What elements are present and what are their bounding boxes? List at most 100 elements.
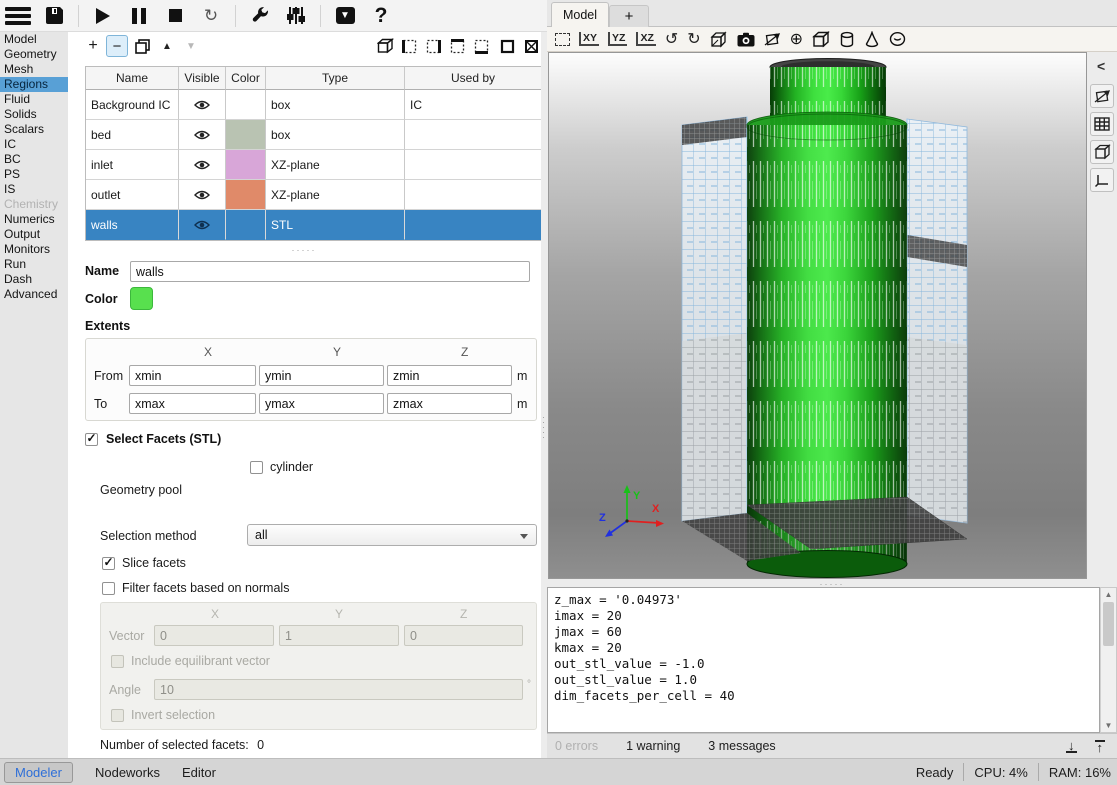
toggle-mesh-visibility-button[interactable] <box>1090 112 1114 136</box>
sidebar-item-model[interactable]: Model <box>0 32 68 47</box>
scroll-down-arrow[interactable]: ▼ <box>1101 721 1116 730</box>
view-yz-button[interactable]: YZ <box>608 29 627 49</box>
table-row-outlet[interactable]: outlet XZ-plane <box>86 180 541 210</box>
errors-count[interactable]: 0 errors <box>555 739 598 753</box>
selection-method-combobox[interactable]: all <box>247 524 537 546</box>
region-type-plane-top-button[interactable] <box>446 35 468 57</box>
visibility-toggle[interactable] <box>179 210 226 240</box>
toggle-geometry-visibility-button[interactable] <box>1090 84 1114 108</box>
viewport-3d[interactable]: Y X Z <box>548 52 1087 579</box>
scrollbar-thumb[interactable] <box>1103 602 1114 646</box>
move-down-button[interactable]: ▼ <box>180 35 202 57</box>
cylinder-checkbox[interactable] <box>250 461 263 474</box>
mode-editor-button[interactable]: Editor <box>182 765 216 780</box>
toggle-regions-visibility-button[interactable] <box>1090 140 1114 164</box>
messages-count[interactable]: 3 messages <box>708 739 775 753</box>
color-cell[interactable] <box>226 90 266 120</box>
sidebar-item-mesh[interactable]: Mesh <box>0 62 68 77</box>
screenshot-button[interactable] <box>737 29 755 49</box>
scroll-to-bottom-button[interactable]: ↓ <box>1066 740 1077 753</box>
sidebar-item-solids[interactable]: Solids <box>0 107 68 122</box>
sidebar-item-dash[interactable]: Dash <box>0 272 68 287</box>
visibility-toggle[interactable] <box>179 150 226 180</box>
collapse-panel-button[interactable]: < <box>1097 58 1105 74</box>
sidebar-item-advanced[interactable]: Advanced <box>0 287 68 302</box>
sidebar-item-scalars[interactable]: Scalars <box>0 122 68 137</box>
table-form-splitter[interactable]: ····· <box>268 245 340 255</box>
settings-button[interactable] <box>281 2 311 30</box>
view-xz-button[interactable]: XZ <box>636 29 655 49</box>
reset-button[interactable]: ↻ <box>196 2 226 30</box>
color-cell[interactable] <box>226 150 266 180</box>
add-torus-button[interactable] <box>889 29 906 49</box>
reset-view-button[interactable] <box>555 29 570 49</box>
region-type-plane-bottom-button[interactable] <box>470 35 492 57</box>
visibility-toggle[interactable] <box>179 120 226 150</box>
table-row-inlet[interactable]: inlet XZ-plane <box>86 150 541 180</box>
sidebar-item-fluid[interactable]: Fluid <box>0 92 68 107</box>
region-type-box-button[interactable] <box>374 35 396 57</box>
tab-model[interactable]: Model <box>551 2 609 27</box>
select-facets-checkbox[interactable] <box>85 433 98 446</box>
color-cell[interactable] <box>226 180 266 210</box>
sidebar-item-geometry[interactable]: Geometry <box>0 47 68 62</box>
mode-nodeworks-button[interactable]: Nodeworks <box>95 765 160 780</box>
col-header-color[interactable]: Color <box>226 67 266 90</box>
col-header-used-by[interactable]: Used by <box>405 67 541 90</box>
slice-facets-checkbox[interactable] <box>102 557 115 570</box>
to-x-input[interactable] <box>129 393 256 414</box>
scroll-to-top-button[interactable]: ↑ <box>1095 740 1106 753</box>
region-name-input[interactable] <box>130 261 530 282</box>
visibility-toggle[interactable] <box>179 180 226 210</box>
pause-button[interactable] <box>124 2 154 30</box>
run-button[interactable] <box>88 2 118 30</box>
to-y-input[interactable] <box>259 393 384 414</box>
save-button[interactable] <box>39 2 69 30</box>
from-x-input[interactable] <box>129 365 256 386</box>
region-type-square-button[interactable] <box>496 35 518 57</box>
visibility-toggle[interactable] <box>179 90 226 120</box>
new-tab-button[interactable]: + <box>609 5 649 27</box>
add-region-button[interactable]: + <box>82 35 104 57</box>
from-z-input[interactable] <box>387 365 512 386</box>
add-sphere-button[interactable]: ⊕ <box>790 29 803 49</box>
viewport-canvas[interactable]: Y X Z <box>549 53 1086 578</box>
col-header-visible[interactable]: Visible <box>179 67 226 90</box>
to-z-input[interactable] <box>387 393 512 414</box>
region-color-button[interactable] <box>130 287 153 310</box>
stop-button[interactable] <box>160 2 190 30</box>
table-row-background-ic[interactable]: Background IC box IC <box>86 90 541 120</box>
scroll-up-arrow[interactable]: ▲ <box>1101 590 1116 599</box>
move-up-button[interactable]: ▲ <box>156 35 178 57</box>
sidebar-item-regions[interactable]: Regions <box>0 77 68 92</box>
duplicate-region-button[interactable] <box>131 35 153 57</box>
region-type-plane-left-button[interactable] <box>398 35 420 57</box>
view-xy-button[interactable]: XY <box>579 29 599 49</box>
sidebar-item-is[interactable]: IS <box>0 182 68 197</box>
color-cell[interactable] <box>226 120 266 150</box>
add-box-button[interactable] <box>812 29 830 49</box>
console-scrollbar[interactable]: ▲ ▼ <box>1100 587 1117 733</box>
region-type-point-button[interactable] <box>520 35 542 57</box>
sidebar-item-ic[interactable]: IC <box>0 137 68 152</box>
remove-region-button[interactable]: − <box>106 35 128 57</box>
mode-modeler-button[interactable]: Modeler <box>4 762 73 783</box>
sidebar-item-bc[interactable]: BC <box>0 152 68 167</box>
parameters-button[interactable] <box>245 2 275 30</box>
color-cell[interactable] <box>226 210 266 240</box>
toggle-axes-visibility-button[interactable] <box>1090 168 1114 192</box>
sidebar-item-ps[interactable]: PS <box>0 167 68 182</box>
sidebar-item-numerics[interactable]: Numerics <box>0 212 68 227</box>
rotate-right-button[interactable]: ↻ <box>687 29 700 49</box>
console-output[interactable]: z_max = '0.04973' imax = 20 jmax = 60 km… <box>547 587 1100 733</box>
table-row-bed[interactable]: bed box <box>86 120 541 150</box>
perspective-button[interactable] <box>710 29 728 49</box>
rotate-left-button[interactable]: ↺ <box>665 29 678 49</box>
table-row-walls[interactable]: walls STL <box>86 210 541 240</box>
sidebar-item-output[interactable]: Output <box>0 227 68 242</box>
region-type-plane-right-button[interactable] <box>422 35 444 57</box>
sidebar-item-run[interactable]: Run <box>0 257 68 272</box>
build-button[interactable]: ▼ <box>330 2 360 30</box>
add-cone-button[interactable] <box>864 29 880 49</box>
help-button[interactable]: ? <box>366 2 396 30</box>
